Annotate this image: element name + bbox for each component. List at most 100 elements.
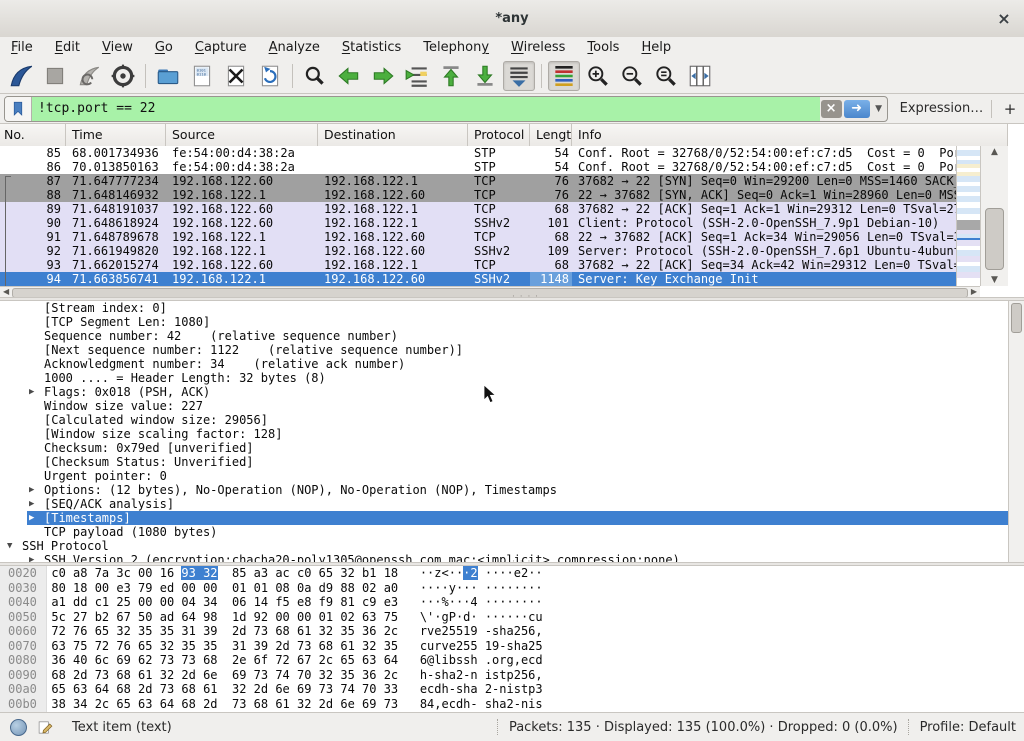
expand-icon[interactable]: ▶ — [29, 385, 34, 399]
menu-view[interactable]: View — [91, 39, 144, 56]
add-filter-button[interactable]: + — [1000, 100, 1020, 118]
hex-row-0030[interactable]: 0030 80 18 00 e3 79 ed 00 00 01 01 08 0a… — [0, 581, 1024, 596]
go-to-packet-icon[interactable] — [401, 61, 433, 91]
detail-line[interactable]: TCP payload (1080 bytes) — [0, 525, 1008, 539]
hex-row-0070[interactable]: 0070 63 75 72 76 65 32 35 35 31 39 2d 73… — [0, 639, 1024, 654]
detail-line[interactable]: Window size value: 227 — [0, 399, 1008, 413]
apply-filter-icon[interactable]: ➜ — [844, 100, 870, 118]
expert-info-icon[interactable] — [10, 719, 27, 736]
restart-capture-icon[interactable] — [73, 61, 105, 91]
column-header-length[interactable]: Length — [530, 124, 572, 146]
packet-row-94[interactable]: 9471.663856741192.168.122.1192.168.122.6… — [0, 272, 956, 286]
packet-row-93[interactable]: 9371.662015274192.168.122.60192.168.122.… — [0, 258, 956, 272]
detail-line[interactable]: Sequence number: 42 (relative sequence n… — [0, 329, 1008, 343]
hex-row-0090[interactable]: 0090 68 2d 73 68 61 32 2d 6e 69 73 74 70… — [0, 668, 1024, 683]
auto-scroll-icon[interactable] — [503, 61, 535, 91]
expand-icon[interactable]: ▶ — [29, 553, 34, 562]
detail-line[interactable]: 1000 .... = Header Length: 32 bytes (8) — [0, 371, 1008, 385]
scroll-down-icon[interactable]: ▼ — [981, 275, 1008, 285]
column-header-time[interactable]: Time — [66, 124, 166, 146]
details-vscrollbar[interactable] — [1008, 301, 1024, 562]
detail-line[interactable]: [Calculated window size: 29056] — [0, 413, 1008, 427]
go-first-packet-icon[interactable] — [435, 61, 467, 91]
packet-row-92[interactable]: 9271.661949820192.168.122.1192.168.122.6… — [0, 244, 956, 258]
menu-telephony[interactable]: Telephony — [412, 39, 500, 56]
column-header-info[interactable]: Info — [572, 124, 1008, 146]
detail-line[interactable]: Acknowledgment number: 34 (relative ack … — [0, 357, 1008, 371]
detail-line[interactable]: [Next sequence number: 1122 (relative se… — [0, 343, 1008, 357]
menu-analyze[interactable]: Analyze — [258, 39, 331, 56]
expand-icon[interactable]: ▶ — [29, 483, 34, 497]
expand-icon[interactable]: ▶ — [29, 511, 34, 525]
packet-row-91[interactable]: 9171.648789678192.168.122.1192.168.122.6… — [0, 230, 956, 244]
detail-line[interactable]: ▼SSH Protocol — [0, 539, 1008, 553]
stop-capture-icon[interactable] — [39, 61, 71, 91]
zoom-out-icon[interactable] — [616, 61, 648, 91]
menu-capture[interactable]: Capture — [184, 39, 258, 56]
packet-row-87[interactable]: 8771.647777234192.168.122.60192.168.122.… — [0, 174, 956, 188]
colorize-packets-icon[interactable] — [548, 61, 580, 91]
save-file-icon[interactable]: 01010110 — [186, 61, 218, 91]
zoom-original-icon[interactable] — [650, 61, 682, 91]
close-file-icon[interactable] — [220, 61, 252, 91]
packet-row-85[interactable]: 8568.001734936fe:54:00:d4:38:2aSTP54Conf… — [0, 146, 956, 160]
menu-tools[interactable]: Tools — [576, 39, 630, 56]
intelligent-scrollbar-minimap[interactable] — [956, 146, 980, 286]
expand-icon[interactable]: ▶ — [29, 497, 34, 511]
display-filter-input[interactable] — [32, 97, 820, 121]
go-forward-icon[interactable] — [367, 61, 399, 91]
detail-line[interactable]: ▶Options: (12 bytes), No-Operation (NOP)… — [0, 483, 1008, 497]
start-capture-icon[interactable] — [5, 61, 37, 91]
column-header-no[interactable]: No. — [0, 124, 66, 146]
hex-row-0040[interactable]: 0040 a1 dd c1 25 00 00 04 34 06 14 f5 e8… — [0, 595, 1024, 610]
hex-row-0060[interactable]: 0060 72 76 65 32 35 35 31 39 2d 73 68 61… — [0, 624, 1024, 639]
expression-button[interactable]: Expression… — [900, 101, 984, 116]
close-icon[interactable]: × — [994, 8, 1014, 28]
detail-line[interactable]: ▶SSH Version 2 (encryption:chacha20-poly… — [0, 553, 1008, 562]
menu-edit[interactable]: Edit — [44, 39, 91, 56]
menu-statistics[interactable]: Statistics — [331, 39, 412, 56]
vscroll-thumb[interactable] — [985, 208, 1004, 270]
packet-row-89[interactable]: 8971.648191037192.168.122.60192.168.122.… — [0, 202, 956, 216]
hex-row-0050[interactable]: 0050 5c 27 b2 67 50 ad 64 98 1d 92 00 00… — [0, 610, 1024, 625]
open-file-icon[interactable] — [152, 61, 184, 91]
column-header-protocol[interactable]: Protocol — [468, 124, 530, 146]
detail-line[interactable]: ▶Flags: 0x018 (PSH, ACK) — [0, 385, 1008, 399]
hex-row-0080[interactable]: 0080 36 40 6c 69 62 73 73 68 2e 6f 72 67… — [0, 653, 1024, 668]
scroll-up-icon[interactable]: ▲ — [981, 147, 1008, 157]
hex-row-00a0[interactable]: 00a0 65 63 64 68 2d 73 68 61 32 2d 6e 69… — [0, 682, 1024, 697]
go-last-packet-icon[interactable] — [469, 61, 501, 91]
detail-line[interactable]: [TCP Segment Len: 1080] — [0, 315, 1008, 329]
zoom-in-icon[interactable] — [582, 61, 614, 91]
menu-go[interactable]: Go — [144, 39, 184, 56]
resize-columns-icon[interactable] — [684, 61, 716, 91]
menu-help[interactable]: Help — [630, 39, 682, 56]
packet-list-hscrollbar[interactable]: ◀ ▶ — [0, 286, 980, 297]
detail-line[interactable]: ▶[SEQ/ACK analysis] — [0, 497, 1008, 511]
detail-line[interactable]: Checksum: 0x79ed [unverified] — [0, 441, 1008, 455]
column-header-source[interactable]: Source — [166, 124, 318, 146]
details-scroll-thumb[interactable] — [1011, 303, 1022, 333]
detail-line[interactable]: [Checksum Status: Unverified] — [0, 455, 1008, 469]
menu-file[interactable]: File — [0, 39, 44, 56]
scroll-right-icon[interactable]: ▶ — [971, 287, 977, 297]
scroll-left-icon[interactable]: ◀ — [3, 287, 9, 297]
clear-filter-icon[interactable]: × — [821, 100, 842, 118]
bookmark-icon[interactable] — [5, 97, 32, 121]
find-packet-icon[interactable] — [299, 61, 331, 91]
menu-wireless[interactable]: Wireless — [500, 39, 576, 56]
hex-row-00b0[interactable]: 00b0 38 34 2c 65 63 64 68 2d 73 68 61 32… — [0, 697, 1024, 712]
profile-selector[interactable]: Profile: Default — [920, 720, 1016, 735]
hex-row-0020[interactable]: 0020 c0 a8 7a 3c 00 16 93 32 85 a3 ac c0… — [0, 566, 1024, 581]
packet-row-90[interactable]: 9071.648618924192.168.122.60192.168.122.… — [0, 216, 956, 230]
packet-row-88[interactable]: 8871.648146932192.168.122.1192.168.122.6… — [0, 188, 956, 202]
reload-file-icon[interactable] — [254, 61, 286, 91]
detail-line[interactable]: Urgent pointer: 0 — [0, 469, 1008, 483]
detail-line[interactable]: ▶[Timestamps] — [0, 511, 1008, 525]
filter-dropdown-icon[interactable]: ▼ — [871, 97, 887, 121]
collapse-icon[interactable]: ▼ — [7, 539, 12, 553]
capture-comment-icon[interactable] — [37, 719, 54, 736]
go-back-icon[interactable] — [333, 61, 365, 91]
detail-line[interactable]: [Stream index: 0] — [0, 301, 1008, 315]
detail-line[interactable]: [Window size scaling factor: 128] — [0, 427, 1008, 441]
